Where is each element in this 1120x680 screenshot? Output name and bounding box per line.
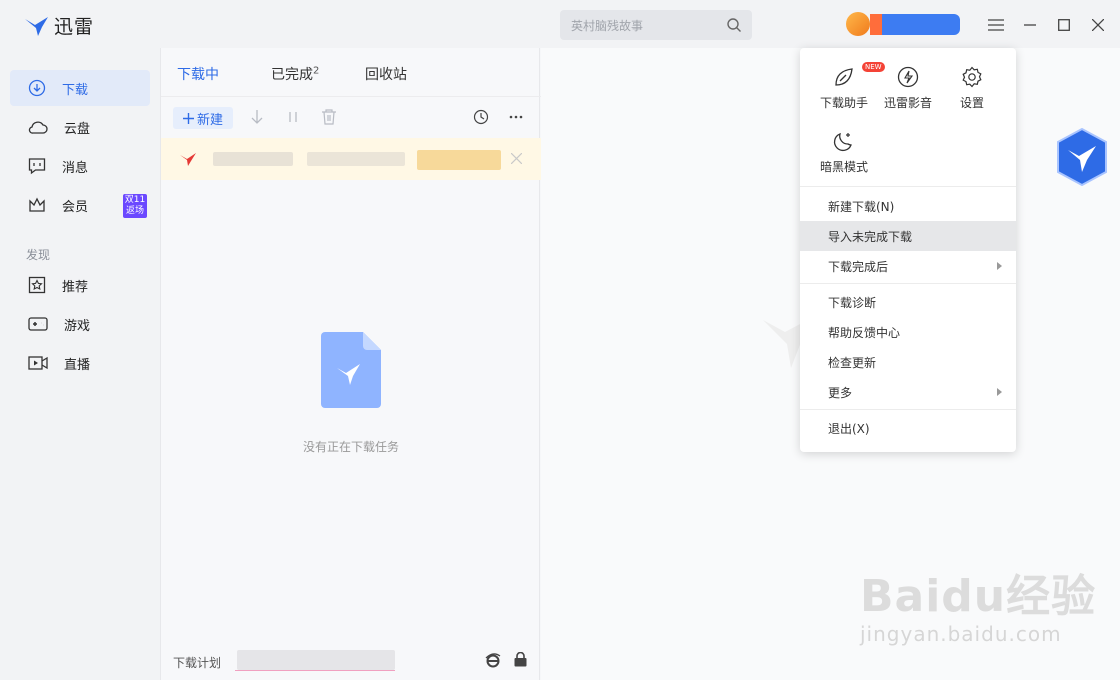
message-icon [28,158,46,175]
user-avatar[interactable] [846,12,870,36]
menu-divider [800,283,1016,284]
download-plan-label[interactable]: 下载计划 [173,654,221,671]
list-toolbar: 新建 [161,98,541,138]
maximize-icon[interactable] [1052,14,1076,36]
task-row[interactable] [161,138,541,180]
window-controls [984,14,1110,36]
plan-underline [235,670,395,671]
new-task-button[interactable]: 新建 [173,107,233,129]
plus-icon [182,112,194,124]
redacted-task-name [213,152,293,166]
menu-item-new-download[interactable]: 新建下载(N) [800,191,1016,221]
browser-icon[interactable] [485,652,501,668]
completed-count: 2 [313,65,320,77]
promo-badge[interactable]: 双11 返场 [123,194,147,218]
star-icon [28,276,46,294]
list-footer: 下载计划 [161,644,541,680]
cloud-icon [28,121,48,134]
tab-completed[interactable]: 已完成2 [271,64,319,84]
sidebar-item-live[interactable]: 直播 [10,345,150,381]
menu-quick-download-assistant[interactable]: NEW 下载助手 [812,62,885,111]
main-dropdown-menu: NEW 下载助手 迅雷影音 设置 暗黑模式 新建下载(N) 导入未完成下载 下载… [800,48,1016,452]
redacted-plan-info [237,650,395,670]
close-icon[interactable] [1086,14,1110,36]
menu-item-import-unfinished[interactable]: 导入未完成下载 [800,221,1016,251]
search-input[interactable]: 英村脑残故事 [571,17,643,34]
sidebar-item-messages[interactable]: 消息 [10,148,150,184]
submenu-arrow-icon [997,262,1002,270]
sidebar-item-recommend[interactable]: 推荐 [10,267,150,303]
lock-icon[interactable] [514,652,527,667]
sidebar-item-label: 游戏 [64,318,91,334]
settings-icon [962,66,982,88]
sidebar-item-label: 云盘 [64,121,91,137]
thunder-bird-icon [25,16,48,36]
sidebar-item-download[interactable]: 下载 [10,70,150,106]
floating-thunder-logo[interactable] [1056,128,1108,186]
search-box[interactable]: 英村脑残故事 [560,10,752,40]
tab-bar: 下载中 已完成2 回收站 [161,48,541,97]
gamepad-icon [28,317,48,331]
menu-item-more[interactable]: 更多 [800,377,1016,407]
user-info-bar[interactable] [870,14,960,35]
menu-item-diagnostics[interactable]: 下载诊断 [800,287,1016,317]
download-assistant-icon [835,68,853,86]
sidebar-item-label: 会员 [62,199,89,215]
delete-icon[interactable] [321,109,337,125]
sidebar-item-label: 消息 [62,160,89,176]
redacted-task-info [417,150,501,170]
submenu-arrow-icon [997,388,1002,396]
watermark-brand: Baidu经验 [860,571,1097,622]
sidebar-item-label: 下载 [62,82,89,98]
empty-file-icon [321,332,381,408]
pause-icon[interactable] [287,109,299,125]
menu-item-exit[interactable]: 退出(X) [800,413,1016,443]
crown-icon [29,197,45,212]
menu-item-help-feedback[interactable]: 帮助反馈中心 [800,317,1016,347]
download-list-panel: 下载中 已完成2 回收站 新建 没有正在下载任务 下载计划 [160,48,541,680]
tab-downloading[interactable]: 下载中 [177,64,219,84]
watermark-url: jingyan.baidu.com [860,622,1062,646]
more-icon[interactable] [509,115,523,119]
menu-icon[interactable] [984,14,1008,36]
start-download-icon[interactable] [250,109,264,125]
title-bar: 迅雷 英村脑残故事 [0,0,1120,48]
menu-quick-dark-mode[interactable]: 暗黑模式 [812,128,876,175]
menu-quick-player[interactable]: 迅雷影音 [876,64,940,111]
minimize-icon[interactable] [1018,14,1042,36]
search-icon[interactable] [726,17,742,33]
close-icon[interactable] [511,153,522,164]
player-icon [897,66,919,88]
sidebar-item-cloud[interactable]: 云盘 [10,109,150,145]
baidu-watermark: Baidu经验 jingyan.baidu.com [860,560,1096,646]
tab-recycle-bin[interactable]: 回收站 [365,64,407,84]
section-title-discover: 发现 [26,248,51,262]
app-logo: 迅雷 [24,12,94,39]
redacted-task-name [307,152,405,166]
download-circle-icon [28,79,46,97]
menu-quick-settings[interactable]: 设置 [940,64,1004,111]
sidebar-item-games[interactable]: 游戏 [10,306,150,342]
app-name: 迅雷 [54,16,95,38]
sidebar-item-label: 推荐 [62,279,89,295]
menu-divider [800,186,1016,187]
menu-item-check-update[interactable]: 检查更新 [800,347,1016,377]
sidebar: 下载 云盘 消息 会员 双11 返场 发现 推荐 游戏 直播 [0,48,160,680]
thunder-task-icon [180,153,196,166]
moon-icon [833,132,852,152]
video-icon [28,356,48,370]
menu-divider [800,409,1016,410]
history-clock-icon[interactable] [473,109,489,125]
empty-state-text: 没有正在下载任务 [302,440,399,454]
sidebar-item-label: 直播 [64,357,91,373]
menu-item-after-download[interactable]: 下载完成后 [800,251,1016,281]
